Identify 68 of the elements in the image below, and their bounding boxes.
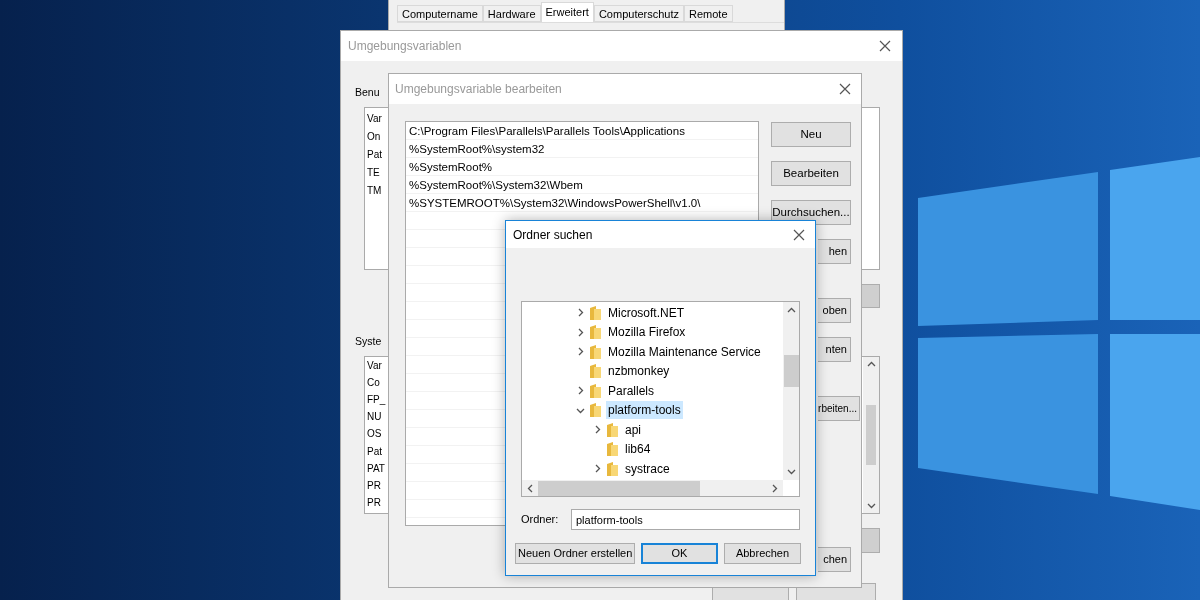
list-item[interactable]: Co bbox=[367, 374, 380, 392]
scrollbar-thumb[interactable] bbox=[538, 480, 700, 496]
folder-icon bbox=[590, 383, 601, 398]
button[interactable]: chen bbox=[818, 547, 851, 572]
folder-icon bbox=[607, 442, 618, 457]
folder-icon bbox=[607, 422, 618, 437]
list-item[interactable]: PR bbox=[367, 478, 381, 496]
tab[interactable]: Hardware bbox=[482, 5, 541, 22]
tree-item[interactable]: Mozilla Firefox bbox=[606, 323, 688, 342]
button[interactable]: Bearbeiten bbox=[771, 161, 851, 186]
list-item[interactable]: PAT bbox=[367, 460, 385, 479]
list-item[interactable]: Var bbox=[367, 110, 382, 129]
list-item[interactable]: On bbox=[367, 128, 381, 147]
tree-item[interactable]: Parallels bbox=[606, 381, 657, 400]
button[interactable]: Abbrechen bbox=[724, 543, 801, 564]
input-field[interactable]: platform-tools bbox=[571, 509, 800, 530]
list-item[interactable]: TE bbox=[367, 164, 380, 183]
folder-icon bbox=[590, 344, 601, 359]
scrollbar[interactable] bbox=[522, 480, 783, 496]
list-item[interactable]: Var bbox=[367, 357, 382, 375]
button[interactable]: rbeiten... bbox=[818, 396, 860, 421]
tree-item[interactable]: api bbox=[623, 420, 643, 439]
button[interactable]: OK bbox=[641, 543, 718, 564]
folder-icon bbox=[590, 325, 601, 340]
list-item[interactable]: %SystemRoot% bbox=[409, 158, 758, 176]
tree-item[interactable]: Microsoft.NET bbox=[606, 303, 686, 322]
section-label: Benu bbox=[355, 85, 380, 100]
scrollbar-thumb[interactable] bbox=[783, 355, 799, 387]
button[interactable]: nten bbox=[818, 337, 851, 362]
list-item[interactable]: %SYSTEMROOT%\System32\WindowsPowerShell\v1.0\ bbox=[409, 194, 758, 212]
folder-icon bbox=[607, 461, 618, 476]
dialog-title: Umgebungsvariable bearbeiten bbox=[395, 81, 562, 98]
section-label: Syste bbox=[355, 333, 382, 349]
list-item[interactable]: %SystemRoot%\system32 bbox=[409, 140, 758, 158]
button[interactable]: hen bbox=[818, 239, 851, 264]
tree-item[interactable]: lib64 bbox=[623, 440, 653, 459]
button[interactable]: Neu bbox=[771, 122, 851, 147]
tab[interactable]: Erweitert bbox=[540, 2, 594, 22]
dialog-title: Ordner suchen bbox=[513, 226, 593, 244]
list-item[interactable]: C:\Program Files\Parallels\Parallels Tools\Applications bbox=[409, 122, 758, 140]
folder-icon bbox=[590, 403, 601, 418]
tree-item[interactable]: nzbmonkey bbox=[606, 362, 672, 381]
list-item[interactable]: FP_ bbox=[367, 391, 386, 410]
folder-icon bbox=[590, 364, 601, 379]
list-item[interactable]: PR bbox=[367, 495, 381, 513]
tab[interactable]: Computerschutz bbox=[593, 5, 684, 22]
window-title: Umgebungsvariablen bbox=[348, 38, 462, 55]
tree-item[interactable]: systrace bbox=[623, 459, 672, 478]
list-item[interactable]: NU bbox=[367, 409, 382, 427]
scrollbar-thumb[interactable] bbox=[866, 404, 876, 465]
list-item[interactable]: OS bbox=[367, 426, 382, 444]
tab[interactable]: Remote bbox=[684, 5, 733, 22]
tree-item[interactable]: Mozilla Maintenance Service bbox=[606, 342, 763, 361]
button[interactable]: Neuen Ordner erstellen bbox=[515, 543, 635, 564]
close-icon[interactable] bbox=[839, 83, 851, 95]
close-icon[interactable] bbox=[793, 228, 805, 241]
scrollbar[interactable] bbox=[863, 356, 879, 513]
folder-icon bbox=[590, 305, 601, 320]
list-item[interactable]: Pat bbox=[367, 146, 382, 165]
list-item[interactable]: Pat bbox=[367, 443, 382, 461]
list-item[interactable]: %SystemRoot%\System32\Wbem bbox=[409, 176, 758, 194]
close-icon[interactable] bbox=[879, 40, 891, 52]
field-label: Ordner: bbox=[521, 512, 560, 528]
list-item[interactable]: TM bbox=[367, 182, 382, 201]
scrollbar[interactable] bbox=[783, 302, 799, 480]
button[interactable]: oben bbox=[818, 298, 851, 323]
tab[interactable]: Computername bbox=[397, 5, 483, 22]
tree-item[interactable]: platform-tools bbox=[606, 401, 683, 420]
